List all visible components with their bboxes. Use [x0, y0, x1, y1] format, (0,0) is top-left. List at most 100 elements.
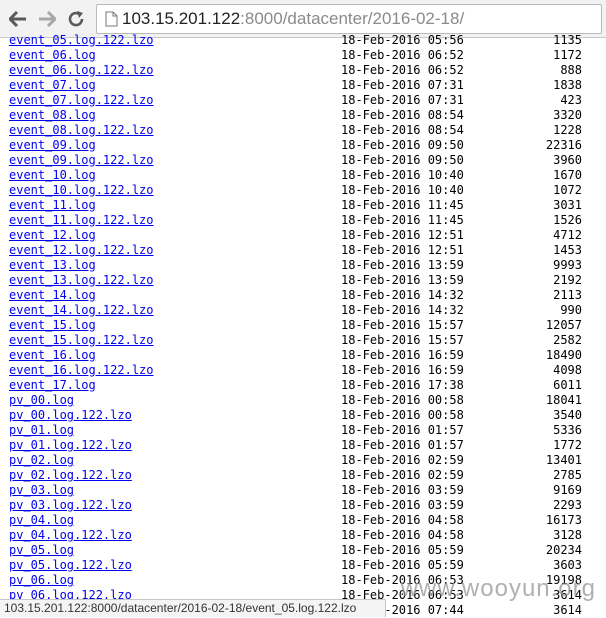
file-date: 18-Feb-2016 11:45: [341, 213, 464, 227]
file-date: 18-Feb-2016 15:57: [341, 318, 464, 332]
file-link[interactable]: event_12.log: [9, 228, 96, 243]
file-size: 13401: [545, 453, 582, 467]
file-date: 18-Feb-2016 03:59: [341, 483, 464, 497]
file-link[interactable]: event_13.log.122.lzo: [9, 273, 154, 288]
file-link[interactable]: event_08.log.122.lzo: [9, 123, 154, 138]
file-row: event_09.log 18-Feb-2016 09:50 22316: [0, 138, 606, 153]
file-size: 3960: [553, 153, 582, 167]
file-date: 18-Feb-2016 10:40: [341, 183, 464, 197]
file-date: 18-Feb-2016 05:56: [341, 33, 464, 47]
file-link[interactable]: event_15.log: [9, 318, 96, 333]
file-link[interactable]: pv_03.log: [9, 483, 74, 498]
file-date: 18-Feb-2016 09:50: [341, 153, 464, 167]
file-link[interactable]: event_08.log: [9, 108, 96, 123]
reload-icon: [68, 11, 84, 27]
file-link[interactable]: pv_05.log: [9, 543, 74, 558]
file-size: 4098: [553, 363, 582, 377]
file-size: 12057: [545, 318, 582, 332]
file-date: 18-Feb-2016 10:40: [341, 168, 464, 182]
file-link[interactable]: pv_02.log: [9, 453, 74, 468]
file-date: 18-Feb-2016 14:32: [341, 288, 464, 302]
file-link[interactable]: pv_02.log.122.lzo: [9, 468, 132, 483]
file-row: event_06.log 18-Feb-2016 06:52 1172: [0, 48, 606, 63]
file-size: 3614: [553, 603, 582, 617]
file-date: 18-Feb-2016 00:58: [341, 408, 464, 422]
file-link[interactable]: event_12.log.122.lzo: [9, 243, 154, 258]
file-date: 18-Feb-2016 13:59: [341, 258, 464, 272]
file-row: pv_03.log 18-Feb-2016 03:59 9169: [0, 483, 606, 498]
file-row: pv_04.log 18-Feb-2016 04:58 16173: [0, 513, 606, 528]
file-row: event_07.log 18-Feb-2016 07:31 1838: [0, 78, 606, 93]
file-date: 18-Feb-2016 06:52: [341, 48, 464, 62]
file-link[interactable]: event_16.log.122.lzo: [9, 363, 154, 378]
file-link[interactable]: pv_04.log.122.lzo: [9, 528, 132, 543]
file-link[interactable]: event_07.log: [9, 78, 96, 93]
file-row: pv_03.log.122.lzo 18-Feb-2016 03:59 2293: [0, 498, 606, 513]
file-link[interactable]: event_06.log: [9, 48, 96, 63]
file-row: event_14.log 18-Feb-2016 14:32 2113: [0, 288, 606, 303]
file-link[interactable]: event_10.log: [9, 168, 96, 183]
file-date: 18-Feb-2016 07:31: [341, 78, 464, 92]
file-link[interactable]: event_14.log.122.lzo: [9, 303, 154, 318]
file-size: 9993: [553, 258, 582, 272]
file-link[interactable]: event_11.log: [9, 198, 96, 213]
file-link[interactable]: event_15.log.122.lzo: [9, 333, 154, 348]
file-date: 18-Feb-2016 08:54: [341, 108, 464, 122]
forward-button[interactable]: [37, 9, 57, 29]
file-link[interactable]: pv_06.log: [9, 573, 74, 588]
file-link[interactable]: event_09.log.122.lzo: [9, 153, 154, 168]
file-link[interactable]: pv_00.log.122.lzo: [9, 408, 132, 423]
file-date: 18-Feb-2016 16:59: [341, 348, 464, 362]
file-date: 18-Feb-2016 09:50: [341, 138, 464, 152]
file-date: 18-Feb-2016 02:59: [341, 468, 464, 482]
file-link[interactable]: event_11.log.122.lzo: [9, 213, 154, 228]
file-link[interactable]: event_17.log: [9, 378, 96, 393]
file-row: event_12.log 18-Feb-2016 12:51 4712: [0, 228, 606, 243]
file-link[interactable]: event_09.log: [9, 138, 96, 153]
file-date: 18-Feb-2016 04:58: [341, 513, 464, 527]
file-link[interactable]: event_14.log: [9, 288, 96, 303]
file-link[interactable]: pv_01.log.122.lzo: [9, 438, 132, 453]
file-link[interactable]: event_13.log: [9, 258, 96, 273]
file-link[interactable]: event_06.log.122.lzo: [9, 63, 154, 78]
address-bar[interactable]: 103.15.201.122:8000/datacenter/2016-02-1…: [96, 4, 602, 34]
file-row: event_16.log 18-Feb-2016 16:59 18490: [0, 348, 606, 363]
page-icon: [105, 11, 118, 27]
file-row: event_11.log.122.lzo 18-Feb-2016 11:45 152…: [0, 213, 606, 228]
file-row: event_14.log.122.lzo 18-Feb-2016 14:32 990: [0, 303, 606, 318]
file-date: 18-Feb-2016 06:52: [341, 63, 464, 77]
back-button[interactable]: [8, 9, 28, 29]
url-text: 103.15.201.122:8000/datacenter/2016-02-1…: [122, 9, 464, 29]
file-row: pv_00.log.122.lzo 18-Feb-2016 00:58 3540: [0, 408, 606, 423]
file-size: 18490: [545, 348, 582, 362]
file-size: 1228: [553, 123, 582, 137]
file-size: 2192: [553, 273, 582, 287]
file-link[interactable]: pv_01.log: [9, 423, 74, 438]
file-link[interactable]: pv_00.log: [9, 393, 74, 408]
file-size: 3603: [553, 558, 582, 572]
file-link[interactable]: pv_03.log.122.lzo: [9, 498, 132, 513]
file-row: event_17.log 18-Feb-2016 17:38 6011: [0, 378, 606, 393]
file-size: 888: [560, 63, 582, 77]
file-link[interactable]: event_10.log.122.lzo: [9, 183, 154, 198]
file-date: 18-Feb-2016 17:38: [341, 378, 464, 392]
file-link[interactable]: event_07.log.122.lzo: [9, 93, 154, 108]
file-link[interactable]: event_05.log.122.lzo: [9, 33, 154, 48]
file-date: 18-Feb-2016 11:45: [341, 198, 464, 212]
file-size: 2113: [553, 288, 582, 302]
file-link[interactable]: pv_05.log.122.lzo: [9, 558, 132, 573]
file-size: 3540: [553, 408, 582, 422]
file-size: 20234: [545, 543, 582, 557]
file-row: event_15.log.122.lzo 18-Feb-2016 15:57 258…: [0, 333, 606, 348]
file-size: 1453: [553, 243, 582, 257]
file-row: event_08.log.122.lzo 18-Feb-2016 08:54 122…: [0, 123, 606, 138]
back-arrow-icon: [9, 11, 26, 27]
file-link[interactable]: event_16.log: [9, 348, 96, 363]
file-date: 18-Feb-2016 00:58: [341, 393, 464, 407]
file-date: 18-Feb-2016 15:57: [341, 333, 464, 347]
file-row: pv_00.log 18-Feb-2016 00:58 18041: [0, 393, 606, 408]
file-row: pv_01.log.122.lzo 18-Feb-2016 01:57 1772: [0, 438, 606, 453]
file-link[interactable]: pv_04.log: [9, 513, 74, 528]
reload-button[interactable]: [66, 9, 86, 29]
file-row: event_09.log.122.lzo 18-Feb-2016 09:50 396…: [0, 153, 606, 168]
